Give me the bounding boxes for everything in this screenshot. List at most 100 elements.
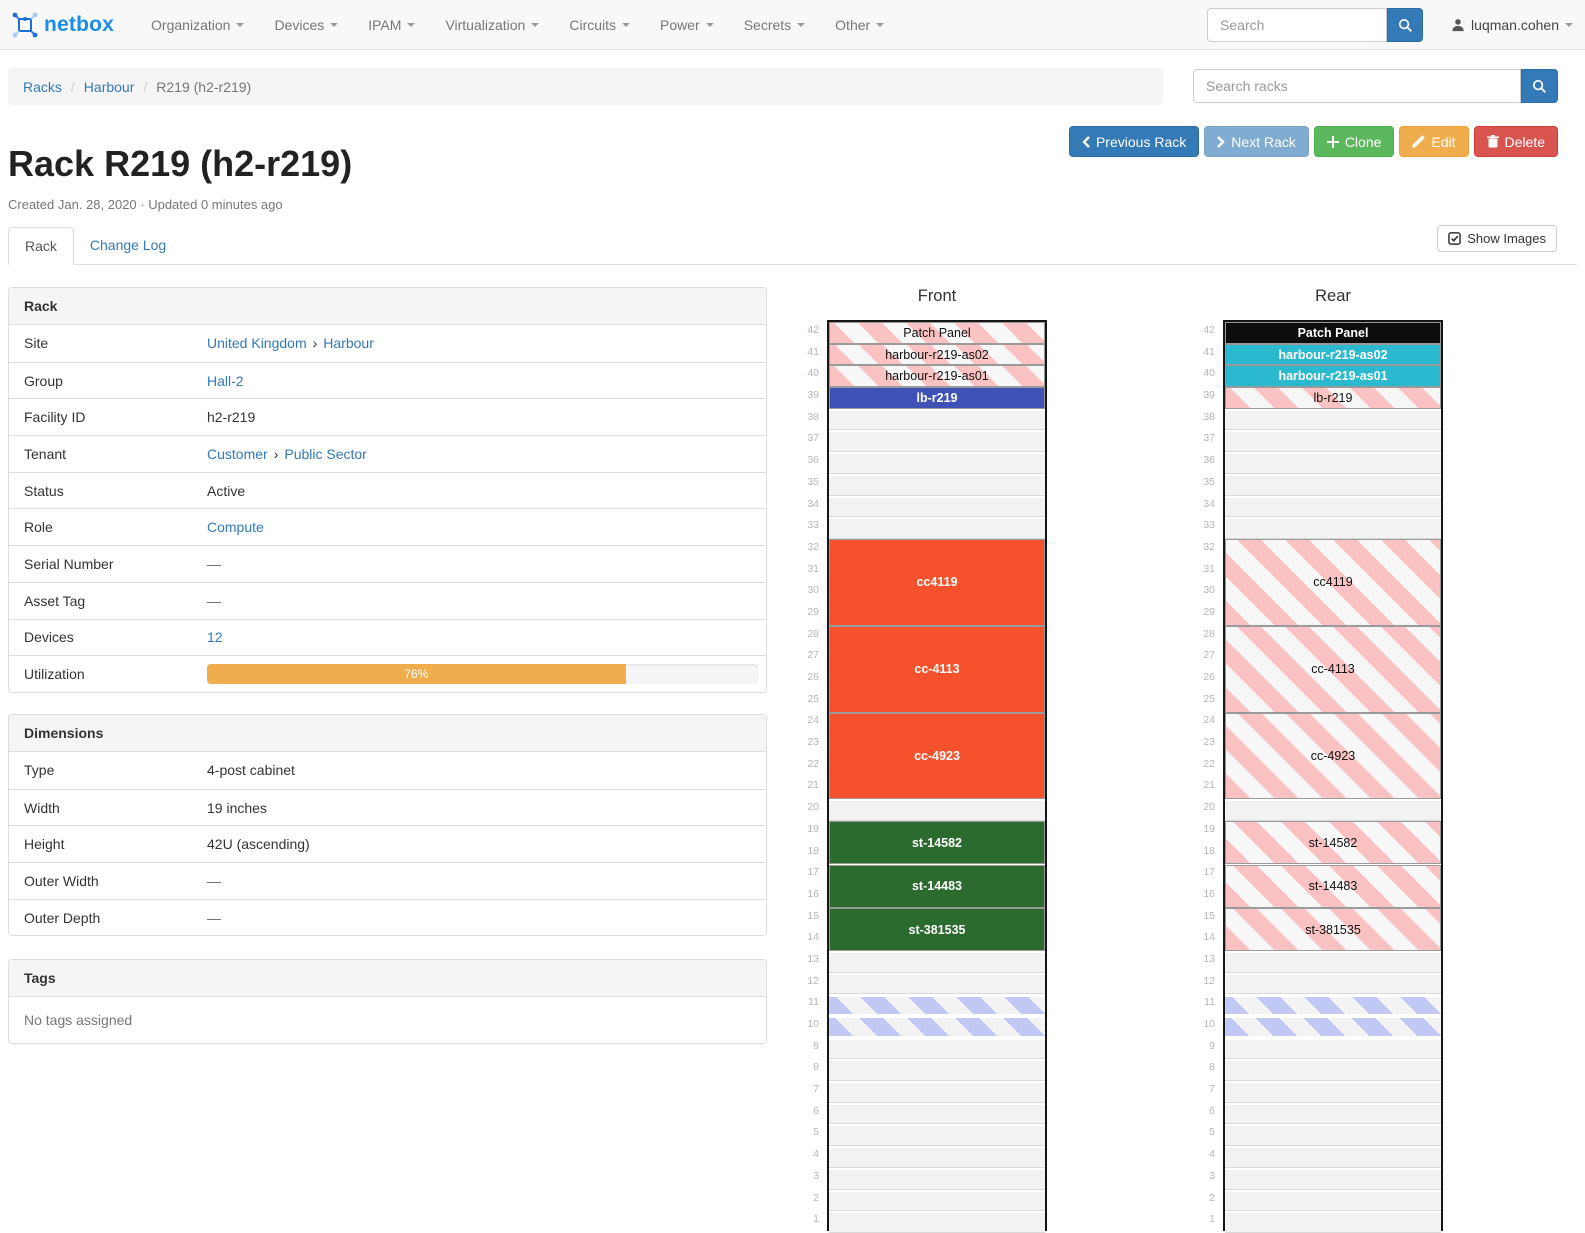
tab-rack[interactable]: Rack [8, 227, 74, 265]
rack-device[interactable]: Patch Panel [829, 322, 1045, 344]
empty-unit-slot[interactable] [829, 1081, 1045, 1103]
empty-unit-slot[interactable] [829, 496, 1045, 518]
empty-unit-slot[interactable] [1225, 799, 1441, 821]
unit-number: 27 [795, 645, 819, 667]
rack-device[interactable]: cc4119 [829, 539, 1045, 626]
empty-unit-slot[interactable] [1225, 1038, 1441, 1060]
breadcrumb-racks[interactable]: Racks [23, 79, 62, 95]
global-search-button[interactable] [1387, 8, 1423, 42]
rack-device[interactable]: st-14483 [1225, 865, 1441, 908]
empty-unit-slot[interactable] [1225, 409, 1441, 431]
empty-unit-slot[interactable] [1225, 496, 1441, 518]
empty-unit-slot[interactable] [829, 1103, 1045, 1125]
menu-ipam[interactable]: IPAM [353, 0, 430, 50]
rack-device[interactable]: cc-4923 [829, 713, 1045, 800]
rack-reservation[interactable] [1225, 995, 1441, 1017]
show-images-button[interactable]: Show Images [1437, 225, 1557, 252]
value-link[interactable]: Hall-2 [207, 373, 244, 389]
previous-rack-button[interactable]: Previous Rack [1069, 126, 1199, 157]
value-link[interactable]: United Kingdom [207, 335, 307, 351]
empty-unit-slot[interactable] [1225, 1146, 1441, 1168]
chevron-down-icon [622, 23, 630, 27]
menu-other[interactable]: Other [820, 0, 899, 50]
rack-device[interactable]: harbour-r219-as02 [1225, 344, 1441, 366]
rack-reservation[interactable] [1225, 1016, 1441, 1038]
empty-unit-slot[interactable] [1225, 1124, 1441, 1146]
menu-power[interactable]: Power [645, 0, 729, 50]
breadcrumb: Racks / Harbour / R219 (h2-r219) [8, 68, 1163, 105]
breadcrumb-harbour[interactable]: Harbour [84, 79, 135, 95]
rack-search-button[interactable] [1521, 69, 1558, 103]
empty-unit-slot[interactable] [829, 409, 1045, 431]
empty-unit-slot[interactable] [829, 1059, 1045, 1081]
menu-secrets[interactable]: Secrets [729, 0, 820, 50]
tab-change-log[interactable]: Change Log [74, 227, 182, 264]
rack-device[interactable]: cc4119 [1225, 539, 1441, 626]
menu-devices[interactable]: Devices [259, 0, 353, 50]
empty-unit-slot[interactable] [1225, 517, 1441, 539]
empty-unit-slot[interactable] [1225, 452, 1441, 474]
row-label: Outer Depth [17, 910, 207, 926]
rack-device[interactable]: harbour-r219-as01 [1225, 365, 1441, 387]
rack-device[interactable]: Patch Panel [1225, 322, 1441, 344]
empty-unit-slot[interactable] [1225, 1211, 1441, 1233]
rack-reservation[interactable] [829, 995, 1045, 1017]
empty-unit-slot[interactable] [1225, 474, 1441, 496]
rack-device[interactable]: st-14582 [829, 821, 1045, 864]
menu-circuits[interactable]: Circuits [554, 0, 645, 50]
rack-device[interactable]: cc-4923 [1225, 713, 1441, 800]
empty-unit-slot[interactable] [829, 474, 1045, 496]
rack-search-input[interactable] [1193, 69, 1521, 103]
empty-unit-slot[interactable] [829, 1168, 1045, 1190]
user-menu[interactable]: luqman.cohen [1451, 17, 1573, 33]
value-link[interactable]: 12 [207, 629, 223, 645]
row-value: Active [207, 483, 758, 499]
empty-unit-slot[interactable] [829, 951, 1045, 973]
empty-unit-slot[interactable] [829, 1146, 1045, 1168]
empty-unit-slot[interactable] [829, 430, 1045, 452]
clone-button[interactable]: Clone [1314, 126, 1395, 157]
row-value: — [207, 873, 758, 889]
empty-unit-slot[interactable] [1225, 1059, 1441, 1081]
empty-unit-slot[interactable] [1225, 430, 1441, 452]
device-label: lb-r219 [917, 391, 958, 405]
menu-organization[interactable]: Organization [136, 0, 259, 50]
value-link[interactable]: Customer [207, 446, 268, 462]
rack-device[interactable]: cc-4113 [1225, 626, 1441, 713]
empty-unit-slot[interactable] [829, 1190, 1045, 1212]
menu-virtualization[interactable]: Virtualization [430, 0, 554, 50]
rack-device[interactable]: st-381535 [829, 908, 1045, 951]
rack-device[interactable]: harbour-r219-as01 [829, 365, 1045, 387]
empty-unit-slot[interactable] [829, 1038, 1045, 1060]
empty-unit-slot[interactable] [829, 1211, 1045, 1233]
chevron-down-icon [531, 23, 539, 27]
empty-unit-slot[interactable] [829, 973, 1045, 995]
rack-device[interactable]: lb-r219 [1225, 387, 1441, 409]
empty-unit-slot[interactable] [1225, 1168, 1441, 1190]
empty-unit-slot[interactable] [1225, 1190, 1441, 1212]
empty-unit-slot[interactable] [1225, 1081, 1441, 1103]
empty-unit-slot[interactable] [829, 799, 1045, 821]
rack-reservation[interactable] [829, 1016, 1045, 1038]
rack-device[interactable]: harbour-r219-as02 [829, 344, 1045, 366]
global-search-input[interactable] [1207, 8, 1387, 42]
netbox-brand[interactable]: netbox [12, 12, 114, 38]
empty-unit-slot[interactable] [1225, 1103, 1441, 1125]
next-rack-button[interactable]: Next Rack [1204, 126, 1309, 157]
rack-device[interactable]: st-381535 [1225, 908, 1441, 951]
empty-unit-slot[interactable] [1225, 973, 1441, 995]
rack-device[interactable]: st-14483 [829, 865, 1045, 908]
value-link[interactable]: Harbour [323, 335, 374, 351]
value-link[interactable]: Compute [207, 519, 264, 535]
rack-device[interactable]: lb-r219 [829, 387, 1045, 409]
rack-device[interactable]: cc-4113 [829, 626, 1045, 713]
empty-unit-slot[interactable] [829, 452, 1045, 474]
delete-button[interactable]: Delete [1474, 126, 1558, 157]
edit-button[interactable]: Edit [1399, 126, 1468, 157]
empty-unit-slot[interactable] [829, 517, 1045, 539]
attribute-row: StatusActive [9, 472, 766, 509]
rack-device[interactable]: st-14582 [1225, 821, 1441, 864]
value-link[interactable]: Public Sector [284, 446, 366, 462]
empty-unit-slot[interactable] [1225, 951, 1441, 973]
empty-unit-slot[interactable] [829, 1124, 1045, 1146]
